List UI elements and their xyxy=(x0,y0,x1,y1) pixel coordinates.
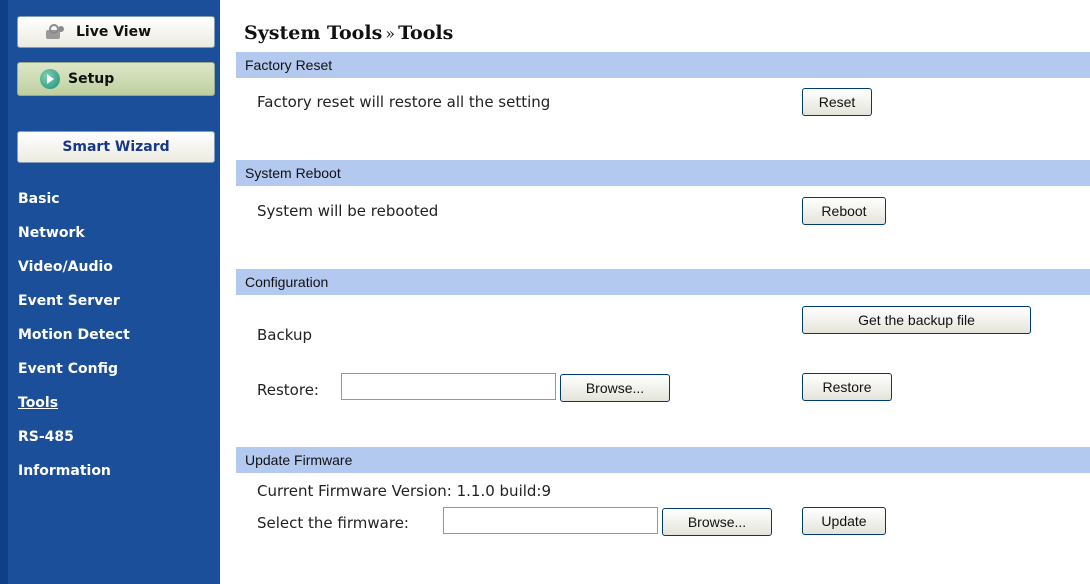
restore-button[interactable]: Restore xyxy=(802,373,892,401)
restore-file-input[interactable] xyxy=(341,373,556,400)
live-view-button[interactable]: Live View xyxy=(17,16,215,48)
reset-button[interactable]: Reset xyxy=(802,88,872,116)
sidebar-item-motion-detect[interactable]: Motion Detect xyxy=(18,325,130,359)
firmware-browse-button[interactable]: Browse... xyxy=(662,508,772,536)
select-firmware-label: Select the firmware: xyxy=(257,514,409,532)
main-content: System Tools» Tools Factory Reset Factory… xyxy=(236,0,1090,584)
reboot-button[interactable]: Reboot xyxy=(802,197,886,225)
sidebar-item-video-audio[interactable]: Video/Audio xyxy=(18,257,130,291)
firmware-file-input[interactable] xyxy=(443,507,658,534)
sidebar-item-basic[interactable]: Basic xyxy=(18,189,130,223)
system-reboot-description: System will be rebooted xyxy=(257,202,439,220)
update-firmware-header: Update Firmware xyxy=(236,447,1090,473)
play-circle-icon xyxy=(40,69,60,89)
restore-label: Restore: xyxy=(257,381,319,399)
backup-label: Backup xyxy=(257,326,312,344)
sidebar-item-network[interactable]: Network xyxy=(18,223,130,257)
sidebar-item-information[interactable]: Information xyxy=(18,461,130,495)
update-button[interactable]: Update xyxy=(802,507,886,535)
firmware-version-text: Current Firmware Version: 1.1.0 build:9 xyxy=(257,482,552,500)
factory-reset-header: Factory Reset xyxy=(236,52,1090,78)
sidebar: Live View Setup Smart Wizard Basic Netwo… xyxy=(0,0,220,584)
breadcrumb-separator: » xyxy=(385,24,396,43)
live-view-label: Live View xyxy=(76,24,152,40)
sidebar-item-event-server[interactable]: Event Server xyxy=(18,291,130,325)
sidebar-item-tools[interactable]: Tools xyxy=(18,393,130,427)
system-reboot-header: System Reboot xyxy=(236,160,1090,186)
setup-button[interactable]: Setup xyxy=(17,62,215,96)
page-title: System Tools» Tools xyxy=(244,22,453,44)
camera-icon xyxy=(46,24,68,40)
setup-label: Setup xyxy=(68,71,115,87)
sidebar-item-rs-485[interactable]: RS-485 xyxy=(18,427,130,461)
page-title-section: System Tools xyxy=(244,22,383,44)
smart-wizard-label: Smart Wizard xyxy=(62,139,170,155)
smart-wizard-button[interactable]: Smart Wizard xyxy=(17,131,215,163)
factory-reset-description: Factory reset will restore all the setti… xyxy=(257,93,551,111)
restore-browse-button[interactable]: Browse... xyxy=(560,374,670,402)
configuration-header: Configuration xyxy=(236,269,1090,295)
sidebar-item-event-config[interactable]: Event Config xyxy=(18,359,130,393)
sidebar-menu: Basic Network Video/Audio Event Server M… xyxy=(18,189,130,495)
page-title-page: Tools xyxy=(398,22,454,44)
get-backup-file-button[interactable]: Get the backup file xyxy=(802,306,1031,334)
